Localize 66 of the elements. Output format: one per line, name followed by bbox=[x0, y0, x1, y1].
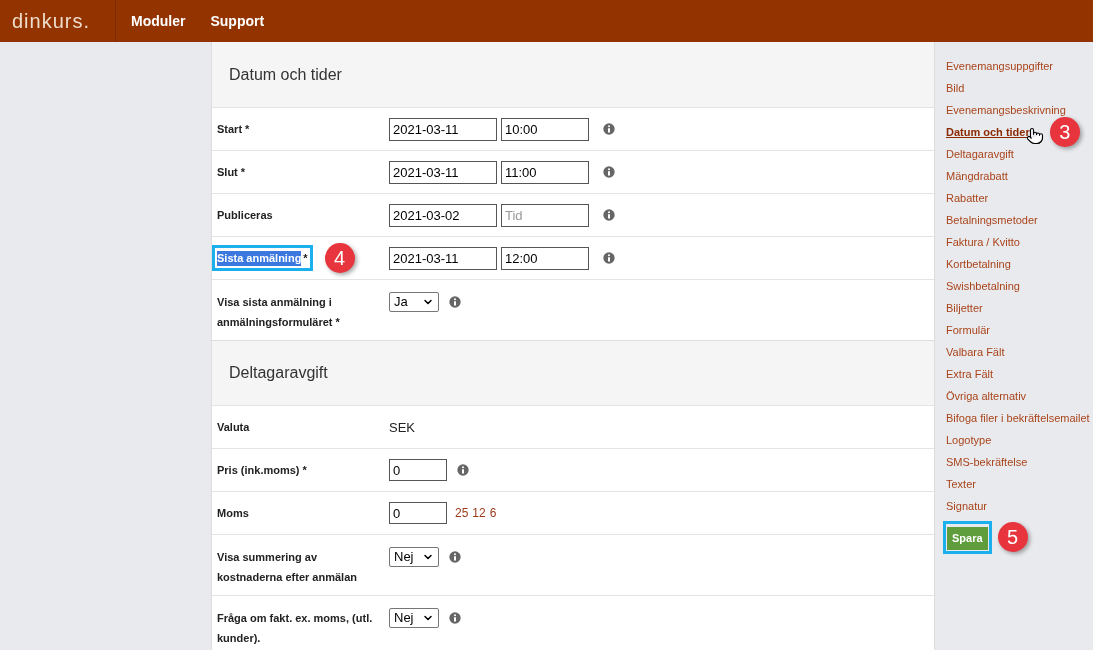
sidebar-link[interactable]: Bifoga filer i bekräftelsemailet bbox=[946, 409, 1090, 427]
sidebar-link[interactable]: Extra Fält bbox=[946, 365, 994, 383]
field-label: Visa summering av kostnaderna efter anmälan bbox=[217, 550, 358, 585]
time-field[interactable]: 11:00 bbox=[501, 160, 589, 184]
sidebar-link[interactable]: Datum och tider bbox=[946, 123, 1030, 141]
sidebar-link[interactable]: Texter bbox=[946, 475, 976, 493]
field-label: Visa sista anmälning i anmälningsformuläret * bbox=[217, 295, 341, 330]
sidebar-link[interactable]: Bild bbox=[946, 79, 965, 97]
info-icon[interactable] bbox=[455, 462, 471, 478]
nav-link[interactable]: Support bbox=[210, 10, 265, 32]
number-field[interactable]: 0 bbox=[389, 459, 447, 481]
vat-rate-link[interactable]: 25 bbox=[455, 504, 469, 522]
date-field[interactable]: 2021-03-11 bbox=[389, 160, 497, 184]
number-field[interactable]: 0 bbox=[389, 502, 447, 524]
sidebar-link[interactable]: Mängdrabatt bbox=[946, 167, 1008, 185]
time-field[interactable]: 10:00 bbox=[501, 117, 589, 141]
date-field[interactable]: 2021-03-11 bbox=[389, 246, 497, 270]
section-title: Datum och tider bbox=[229, 64, 342, 85]
info-icon[interactable] bbox=[601, 164, 617, 180]
vat-rate-link[interactable]: 6 bbox=[489, 504, 497, 522]
date-field[interactable]: 2021-03-11 bbox=[389, 117, 497, 141]
field-label: Valuta bbox=[217, 420, 250, 435]
save-button[interactable]: Spara bbox=[947, 527, 988, 550]
field-label: Fråga om fakt. ex. moms, (utl. kunder). bbox=[217, 611, 374, 646]
step-number-badge: 5 bbox=[997, 522, 1028, 553]
sidebar-link[interactable]: Evenemangsuppgifter bbox=[946, 57, 1053, 75]
sidebar-link[interactable]: Faktura / Kvitto bbox=[946, 233, 1020, 251]
vat-rate-link[interactable]: 12 bbox=[472, 504, 486, 522]
sidebar-link[interactable]: Logotype bbox=[946, 431, 992, 449]
currency-value: SEK bbox=[389, 420, 415, 435]
sidebar-link[interactable]: Rabatter bbox=[946, 189, 989, 207]
sidebar-link[interactable]: Valbara Fält bbox=[946, 343, 1005, 361]
step-number-badge: 4 bbox=[324, 243, 355, 273]
time-field[interactable]: 12:00 bbox=[501, 246, 589, 270]
date-field[interactable]: 2021-03-02 bbox=[389, 203, 497, 227]
field-label: Publiceras bbox=[217, 208, 273, 223]
step-number-badge: 3 bbox=[1049, 117, 1080, 147]
info-icon[interactable] bbox=[447, 294, 463, 310]
required-asterisk: * bbox=[303, 250, 308, 266]
dropdown[interactable]: Ja bbox=[389, 292, 439, 312]
section-title: Deltagaravgift bbox=[229, 363, 328, 383]
sidebar-link[interactable]: Deltagaravgift bbox=[946, 145, 1014, 163]
info-icon[interactable] bbox=[601, 250, 617, 266]
info-icon[interactable] bbox=[447, 549, 463, 565]
info-icon[interactable] bbox=[447, 610, 463, 626]
field-label: Sista anmälning bbox=[217, 250, 302, 266]
sidebar-link[interactable]: Betalningsmetoder bbox=[946, 211, 1038, 229]
sidebar-link[interactable]: Evenemangsbeskrivning bbox=[946, 101, 1066, 119]
sidebar-link[interactable]: Formulär bbox=[946, 321, 990, 339]
nav-link[interactable]: Moduler bbox=[131, 10, 186, 32]
sidebar-link[interactable]: Kortbetalning bbox=[946, 255, 1011, 273]
info-icon[interactable] bbox=[601, 121, 617, 137]
field-label: Start * bbox=[217, 122, 250, 137]
info-icon[interactable] bbox=[601, 207, 617, 223]
field-label: Slut * bbox=[217, 165, 246, 180]
dropdown[interactable]: Nej bbox=[389, 608, 439, 628]
sidebar-link[interactable]: Biljetter bbox=[946, 299, 983, 317]
logo[interactable]: dinkurs. bbox=[12, 6, 91, 36]
sidebar-link[interactable]: Övriga alternativ bbox=[946, 387, 1027, 405]
sidebar-link[interactable]: Swishbetalning bbox=[946, 277, 1020, 295]
sidebar-link[interactable]: SMS-bekräftelse bbox=[946, 453, 1028, 471]
time-field[interactable]: Tid bbox=[501, 203, 589, 227]
dropdown[interactable]: Nej bbox=[389, 547, 439, 567]
sidebar-link[interactable]: Signatur bbox=[946, 497, 987, 515]
field-label: Pris (ink.moms) * bbox=[217, 463, 307, 478]
field-label: Moms bbox=[217, 506, 249, 521]
